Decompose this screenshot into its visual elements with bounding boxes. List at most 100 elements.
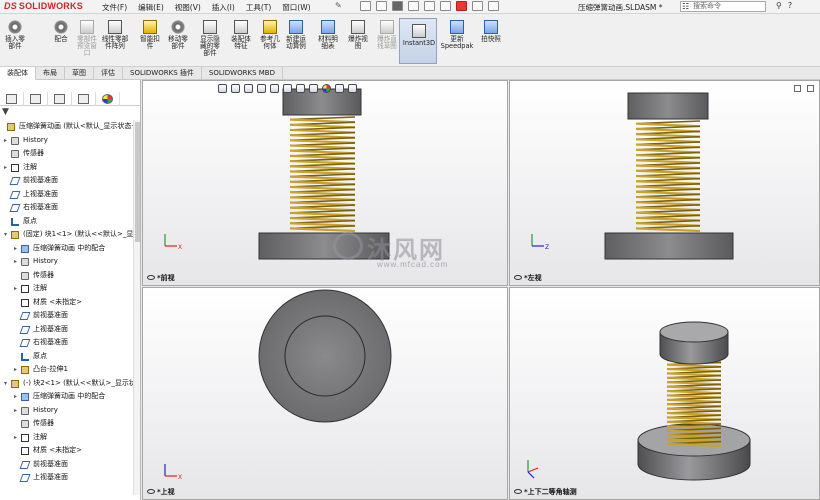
file-properties-icon[interactable] <box>472 1 483 11</box>
display-style-icon[interactable] <box>296 84 305 93</box>
viewport-top[interactable]: X *上视 <box>142 287 508 500</box>
tab-0[interactable]: 装配体 <box>0 67 36 80</box>
tree-node[interactable]: ▸ History <box>0 134 141 148</box>
tab-5[interactable]: SOLIDWORKS MBD <box>202 67 283 80</box>
zoom-to-fit-icon[interactable] <box>218 84 227 93</box>
tree-node[interactable]: 上视基准面 <box>0 323 141 337</box>
tree-node[interactable]: 上视基准面 <box>0 471 141 485</box>
tree-node[interactable]: 原点 <box>0 350 141 364</box>
tree-node[interactable]: 前视基准面 <box>0 458 141 472</box>
menu-item-1[interactable]: 编辑(E) <box>138 2 164 13</box>
expand-icon[interactable]: ▸ <box>14 282 17 295</box>
ribbon-button-speedpak[interactable]: 更新 Speedpak <box>441 20 473 50</box>
rebuild-icon[interactable] <box>456 1 467 11</box>
section-view-icon[interactable] <box>257 84 266 93</box>
tree-node[interactable]: 原点 <box>0 215 141 229</box>
zoom-to-area-icon[interactable] <box>231 84 240 93</box>
new-document-icon[interactable] <box>360 1 371 11</box>
ribbon-button-component-preview[interactable]: 零部件 预览窗口 <box>72 20 102 58</box>
collapse-icon[interactable]: ▾ <box>4 228 7 241</box>
tab-4[interactable]: SOLIDWORKS 插件 <box>123 67 202 80</box>
tree-node[interactable]: 前视基准面 <box>0 309 141 323</box>
undo-icon[interactable] <box>424 1 435 11</box>
view-settings-icon[interactable] <box>348 84 357 93</box>
tree-node[interactable]: ▾ (-) 块2<1> (默认<<默认>_显示状 <box>0 377 141 391</box>
expand-icon[interactable]: ▸ <box>14 242 17 255</box>
ribbon-button-snapshot[interactable]: 拍快照 <box>476 20 506 43</box>
tree-node[interactable]: ▸ 凸台-拉伸1 <box>0 363 141 377</box>
display-manager-tab-icon[interactable] <box>96 92 120 106</box>
ribbon-button-explode-line[interactable]: 爆炸直 线草图 <box>372 20 402 50</box>
menu-item-5[interactable]: 窗口(W) <box>282 2 310 13</box>
property-manager-tab-icon[interactable] <box>24 92 48 106</box>
tab-1[interactable]: 布局 <box>36 67 65 80</box>
expand-icon[interactable]: ▸ <box>14 255 17 268</box>
print-icon[interactable] <box>408 1 419 11</box>
tree-node[interactable]: 上视基准面 <box>0 188 141 202</box>
dynamic-annotation-icon[interactable] <box>270 84 279 93</box>
open-icon[interactable] <box>376 1 387 11</box>
tree-scrollbar[interactable] <box>133 120 140 495</box>
ribbon-button-assembly-feature[interactable]: 装配体 特征 <box>226 20 256 50</box>
edit-appearance-icon[interactable] <box>322 84 331 93</box>
help-icon[interactable]: ? <box>788 1 792 10</box>
solidworks-logo[interactable]: DS SOLIDWORKS <box>4 1 83 13</box>
menu-item-3[interactable]: 插入(I) <box>212 2 235 13</box>
tree-node[interactable]: ▸ 注解 <box>0 431 141 445</box>
expand-icon[interactable]: ▸ <box>14 431 17 444</box>
tree-node[interactable]: ▸ 压缩弹簧动画 中的配合 <box>0 390 141 404</box>
ribbon-button-move-component[interactable]: 移动零 部件 <box>163 20 193 50</box>
select-arrow-icon[interactable] <box>440 1 451 11</box>
hide-show-items-icon[interactable] <box>309 84 318 93</box>
save-icon[interactable] <box>392 1 403 11</box>
user-icon[interactable]: ⚲ <box>776 1 782 10</box>
tree-node[interactable]: 压缩弹簧动画 (默认<默认_显示状态- <box>0 120 141 134</box>
tree-node[interactable]: 传感器 <box>0 147 141 161</box>
tree-node[interactable]: 材质 <未指定> <box>0 296 141 310</box>
ribbon-button-bom[interactable]: 材料明 细表 <box>313 20 343 50</box>
tree-node[interactable]: 传感器 <box>0 417 141 431</box>
tree-node[interactable]: ▸ History <box>0 404 141 418</box>
configuration-manager-tab-icon[interactable] <box>48 92 72 106</box>
viewport-maximize-icon[interactable] <box>807 85 814 92</box>
ribbon-button-explode[interactable]: 爆炸视图 <box>343 20 373 50</box>
apply-scene-icon[interactable] <box>335 84 344 93</box>
expand-icon[interactable]: ▸ <box>14 404 17 417</box>
tab-3[interactable]: 评估 <box>94 67 123 80</box>
ribbon-button-instant3d[interactable]: Instant3D <box>401 24 437 47</box>
menu-item-4[interactable]: 工具(T) <box>246 2 271 13</box>
tree-node[interactable]: ▸ 压缩弹簧动画 中的配合 <box>0 242 141 256</box>
filter-icon[interactable]: ▼ <box>2 107 9 117</box>
ribbon-button-insert-component[interactable]: 插入零 部件 <box>0 20 30 50</box>
ribbon-button-show-hidden[interactable]: 显示隐 藏的零 部件 <box>195 20 225 58</box>
dimxpert-tab-icon[interactable] <box>72 92 96 106</box>
ribbon-button-linear-pattern[interactable]: 线性零部 件阵列 <box>100 20 130 50</box>
expand-icon[interactable]: ▸ <box>4 161 7 174</box>
tree-node[interactable]: 前视基准面 <box>0 174 141 188</box>
expand-icon[interactable]: ▸ <box>14 390 17 403</box>
view-orientation-icon[interactable] <box>283 84 292 93</box>
expand-icon[interactable]: ▸ <box>4 134 7 147</box>
tree-node[interactable]: ▸ History <box>0 255 141 269</box>
viewport-restore-icon[interactable] <box>794 85 801 92</box>
tree-node[interactable]: 右视基准面 <box>0 336 141 350</box>
ribbon-button-smart-fastener[interactable]: 智能扣件 <box>135 20 165 50</box>
tab-2[interactable]: 草图 <box>65 67 94 80</box>
expand-icon[interactable]: ▸ <box>14 363 17 376</box>
viewport-isometric[interactable]: *上下二等角轴测 <box>509 287 820 500</box>
collapse-icon[interactable]: ▾ <box>4 377 7 390</box>
options-gear-icon[interactable] <box>488 1 499 11</box>
tree-node[interactable]: ▸ 注解 <box>0 161 141 175</box>
ribbon-button-motion-study[interactable]: 新建运 动算例 <box>281 20 311 50</box>
tree-node[interactable]: 右视基准面 <box>0 201 141 215</box>
tree-node[interactable]: 材质 <未指定> <box>0 444 141 458</box>
menu-item-0[interactable]: 文件(F) <box>102 2 127 13</box>
feature-tree-tab-icon[interactable] <box>0 92 24 106</box>
pin-icon[interactable]: ✎ <box>335 1 342 10</box>
tree-node[interactable]: ▸ 注解 <box>0 282 141 296</box>
search-commands-input[interactable]: 搜索命令 <box>680 1 766 12</box>
previous-view-icon[interactable] <box>244 84 253 93</box>
tree-node[interactable]: 传感器 <box>0 269 141 283</box>
tree-node[interactable]: ▾ (固定) 块1<1> (默认<<默认>_显 <box>0 228 141 242</box>
viewport-left[interactable]: Z *左视 <box>509 80 820 286</box>
